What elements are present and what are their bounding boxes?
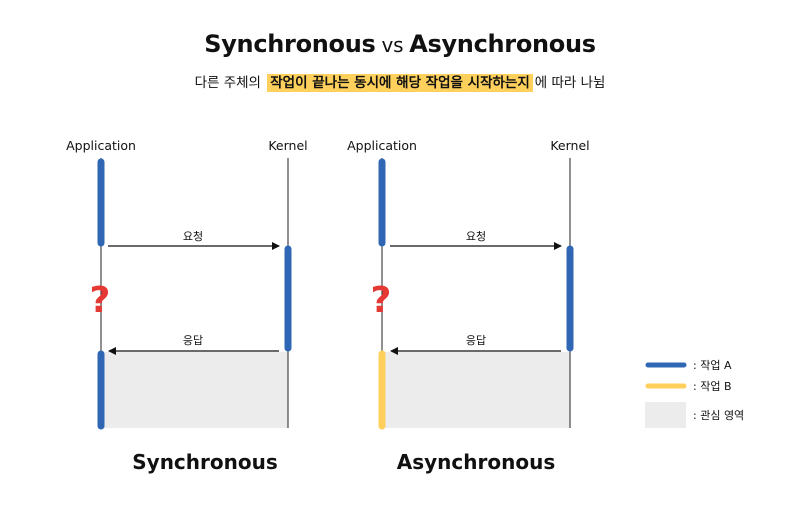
legend-focus-area-swatch [645, 402, 686, 428]
async-response-label: 응답 [466, 334, 486, 347]
sync-diagram: Application Kernel 요청 응답 ? Synchronous [66, 138, 308, 474]
async-request-label: 요청 [466, 230, 486, 243]
sync-response-label: 응답 [183, 334, 203, 347]
sync-focus-area [101, 352, 288, 428]
legend-task-a-label: : 작업 A [693, 359, 732, 372]
async-focus-area [382, 352, 570, 428]
sync-request-label: 요청 [183, 230, 203, 243]
sync-kernel-label: Kernel [268, 138, 307, 153]
legend: : 작업 A : 작업 B : 관심 영역 [645, 359, 744, 428]
async-question-mark-icon: ? [371, 280, 392, 321]
legend-task-b-label: : 작업 B [693, 380, 732, 393]
sync-application-label: Application [66, 138, 136, 153]
async-kernel-label: Kernel [550, 138, 589, 153]
diagram-canvas: Application Kernel 요청 응답 ? Synchronous A… [66, 138, 744, 474]
legend-focus-area-label: : 관심 영역 [693, 409, 744, 422]
async-application-label: Application [347, 138, 417, 153]
sync-question-mark-icon: ? [90, 280, 111, 321]
sync-caption: Synchronous [132, 450, 278, 474]
async-caption: Asynchronous [397, 450, 555, 474]
async-diagram: Application Kernel 요청 응답 ? Asynchronous [347, 138, 590, 474]
